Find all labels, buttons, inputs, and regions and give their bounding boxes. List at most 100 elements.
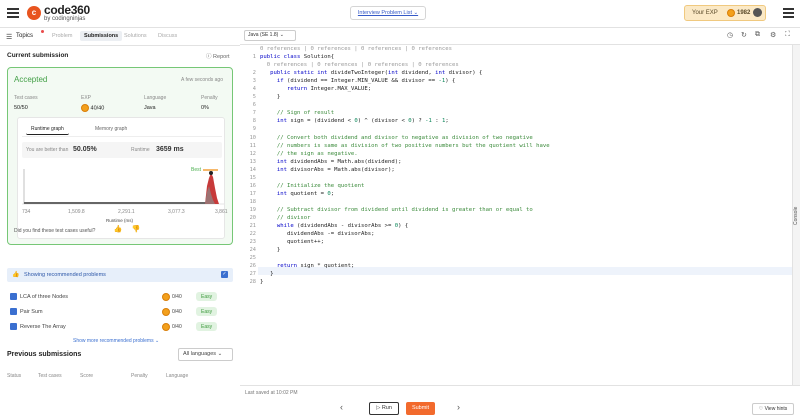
chevron-down-icon: ⌄ bbox=[413, 10, 419, 16]
language-filter-value: All languages bbox=[183, 351, 217, 357]
coin-icon bbox=[162, 308, 170, 316]
difficulty-badge: Easy bbox=[196, 322, 218, 331]
current-submission-heading: Current submission bbox=[7, 52, 69, 59]
hints-label: View hints bbox=[764, 406, 788, 412]
x-tick-4: 3,077.3 bbox=[168, 209, 185, 215]
better-than-label: You are better than bbox=[26, 147, 69, 153]
exp-value: 1982 bbox=[737, 10, 751, 16]
bulb-icon: ♡ bbox=[758, 406, 764, 412]
language-filter-dropdown[interactable]: All languages ⌄ bbox=[178, 348, 233, 361]
problem-list-label: Interview Problem List bbox=[357, 10, 412, 16]
play-icon: ▷ bbox=[376, 405, 381, 411]
problem-exp: 0/40 bbox=[172, 324, 182, 330]
language-label: Language bbox=[144, 95, 167, 101]
timer-icon[interactable]: ◷ bbox=[727, 31, 733, 39]
runtime-value: 3659 ms bbox=[156, 146, 184, 153]
next-arrow-icon[interactable]: › bbox=[457, 402, 460, 412]
x-tick-2: 1,509.8 bbox=[68, 209, 85, 215]
coin-icon bbox=[81, 104, 89, 112]
x-axis-label: Runtime (ms) bbox=[106, 218, 134, 223]
problem-name[interactable]: Reverse The Array bbox=[20, 324, 66, 330]
chevron-down-icon: ⌄ bbox=[279, 32, 284, 38]
chevron-down-icon: ⌄ bbox=[217, 351, 223, 357]
tab-memory-graph[interactable]: Memory graph bbox=[90, 124, 132, 134]
console-sidebar[interactable]: Console bbox=[792, 45, 800, 385]
left-tabs: ☰ Topics Problem Submissions Solutions D… bbox=[0, 28, 240, 46]
stats-strip: You are better than 50.05% Runtime 3659 … bbox=[22, 142, 222, 158]
logo-text[interactable]: code360 bbox=[44, 3, 90, 17]
exp-earned-value: 40/40 bbox=[90, 105, 105, 112]
list-item[interactable]: Pair Sum 0/40 Easy bbox=[10, 307, 232, 319]
fullscreen-icon[interactable]: ⛶ bbox=[785, 31, 790, 39]
language-select[interactable]: Java (SE 1.8) ⌄ bbox=[244, 30, 296, 41]
column-language: Language bbox=[166, 373, 189, 379]
status-accepted: Accepted bbox=[14, 75, 48, 84]
time-ago: A few seconds ago bbox=[181, 77, 223, 83]
problem-name[interactable]: LCA of three Nodes bbox=[20, 294, 68, 300]
difficulty-badge: Easy bbox=[196, 292, 218, 301]
console-label[interactable]: Console bbox=[793, 207, 799, 225]
coin-icon bbox=[162, 323, 170, 331]
accepted-card: Accepted A few seconds ago Test cases 50… bbox=[7, 67, 233, 245]
tab-topics[interactable]: Topics bbox=[16, 33, 33, 39]
hamburger-icon[interactable] bbox=[783, 8, 794, 18]
chevron-down-icon: ⌄ bbox=[154, 338, 160, 344]
tab-problem[interactable]: Problem bbox=[52, 33, 72, 39]
show-more-link[interactable]: Show more recommended problems ⌄ bbox=[73, 338, 159, 344]
runtime-label: Runtime bbox=[131, 147, 150, 153]
thumbs-down-icon[interactable]: 👎 bbox=[130, 224, 142, 235]
tab-solutions[interactable]: Solutions bbox=[124, 33, 147, 39]
column-test-cases: Test cases bbox=[38, 373, 62, 379]
topics-menu-icon[interactable]: ☰ bbox=[6, 33, 12, 41]
copy-icon[interactable]: ⧉ bbox=[755, 31, 760, 39]
coin-icon bbox=[727, 9, 735, 17]
run-label: Run bbox=[381, 405, 392, 411]
test-cases-label: Test cases bbox=[14, 95, 38, 101]
tab-runtime-graph[interactable]: Runtime graph bbox=[26, 124, 69, 135]
divider bbox=[22, 136, 222, 137]
logo-subtitle: by codingninjas bbox=[44, 16, 86, 22]
logo-mark[interactable]: c bbox=[27, 6, 41, 20]
checkbox-icon[interactable]: ✓ bbox=[221, 271, 228, 278]
better-than-value: 50.05% bbox=[73, 146, 97, 153]
previous-submissions-heading: Previous submissions bbox=[7, 351, 82, 358]
language-value: Java bbox=[144, 105, 156, 111]
run-button[interactable]: ▷ Run bbox=[369, 402, 399, 415]
prev-arrow-icon[interactable]: ‹ bbox=[340, 402, 343, 412]
column-status: Status bbox=[7, 373, 22, 379]
report-button[interactable]: ⓘ Report bbox=[206, 52, 230, 60]
bottom-bar bbox=[240, 385, 800, 416]
tab-discuss[interactable]: Discuss bbox=[158, 33, 177, 39]
last-saved: Last saved at 10:02 PM bbox=[245, 390, 298, 396]
menu-icon[interactable] bbox=[7, 8, 19, 18]
submit-button[interactable]: Submit bbox=[406, 402, 435, 415]
thumbs-up-icon[interactable]: 👍 bbox=[112, 224, 124, 235]
language-select-value: Java (SE 1.8) bbox=[248, 32, 279, 38]
problem-list-dropdown[interactable]: Interview Problem List ⌄ bbox=[350, 6, 426, 20]
runtime-graph-card: Runtime graph Memory graph You are bette… bbox=[17, 117, 228, 239]
code-content[interactable]: 0 references | 0 references | 0 referenc… bbox=[260, 45, 550, 286]
tab-submissions[interactable]: Submissions bbox=[80, 31, 123, 41]
best-marker: Best bbox=[191, 167, 202, 173]
recommended-toggle[interactable]: 👍 Showing recommended problems ✓ bbox=[7, 268, 233, 282]
recommended-heading: Showing recommended problems bbox=[24, 272, 106, 278]
coin-icon bbox=[162, 293, 170, 301]
column-penalty: Penalty bbox=[131, 373, 148, 379]
refresh-icon[interactable]: ↻ bbox=[741, 31, 747, 39]
penalty-label: Penalty bbox=[201, 95, 218, 101]
x-tick-5: 3,861 bbox=[215, 209, 228, 215]
info-icon: ⓘ bbox=[206, 54, 212, 60]
column-score: Score bbox=[80, 373, 94, 379]
list-item[interactable]: LCA of three Nodes 0/40 Easy bbox=[10, 292, 232, 304]
problem-icon bbox=[10, 293, 17, 300]
problem-icon bbox=[10, 308, 17, 315]
exp-badge[interactable]: Your EXP 1982 bbox=[684, 5, 766, 21]
settings-icon[interactable]: ⚙ bbox=[770, 31, 776, 39]
view-hints-button[interactable]: ♡ View hints bbox=[752, 403, 794, 415]
penalty-value: 0% bbox=[201, 105, 209, 111]
difficulty-badge: Easy bbox=[196, 307, 218, 316]
problem-name[interactable]: Pair Sum bbox=[20, 309, 43, 315]
list-item[interactable]: Reverse The Array 0/40 Easy bbox=[10, 322, 232, 334]
problem-exp: 0/40 bbox=[172, 309, 182, 315]
report-label: Report bbox=[213, 54, 230, 60]
